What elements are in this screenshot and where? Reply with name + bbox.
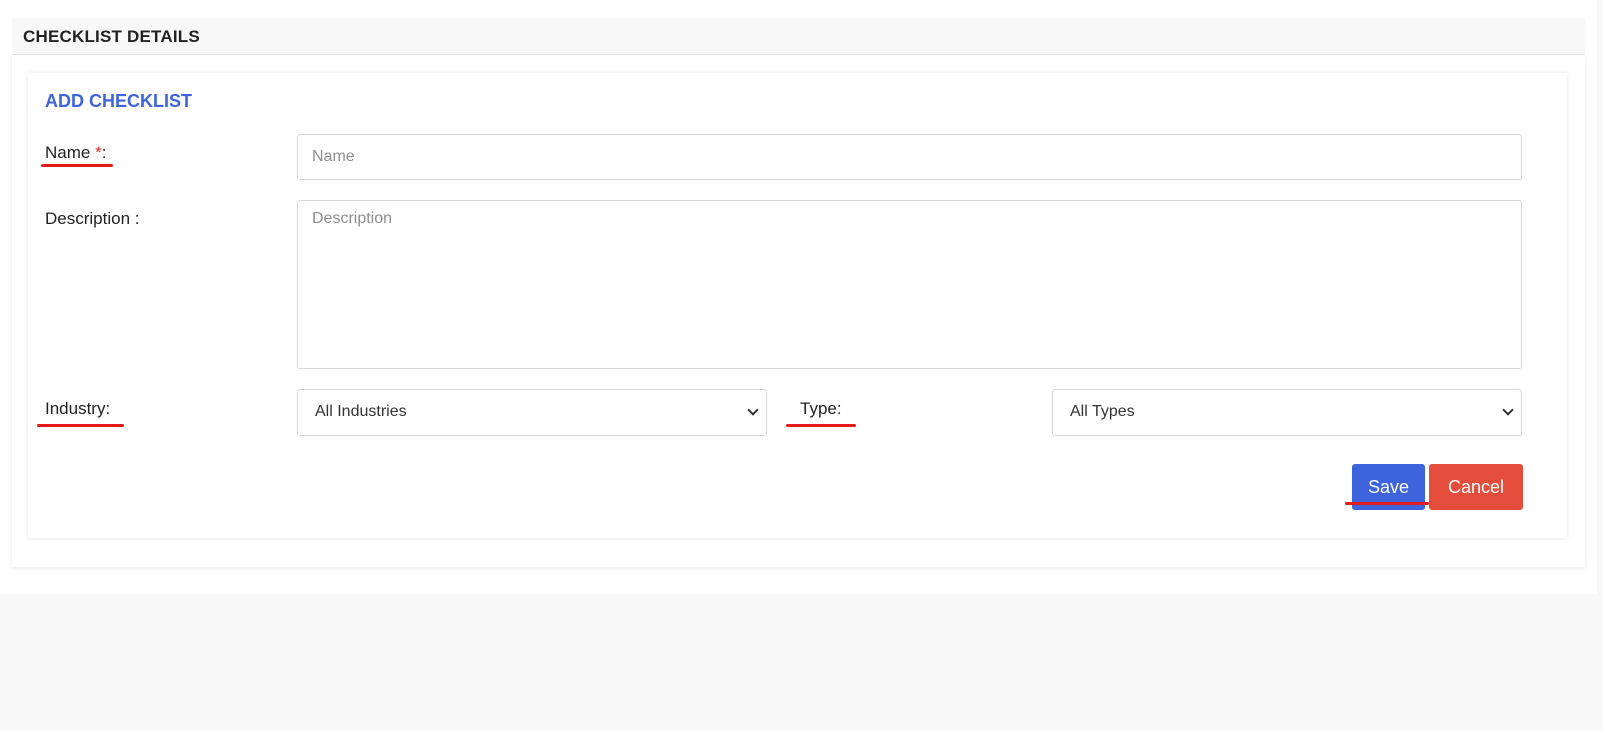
- name-input[interactable]: [297, 134, 1522, 180]
- section-header: CHECKLIST DETAILS: [12, 18, 1585, 55]
- industry-select[interactable]: All Industries: [297, 389, 767, 436]
- chevron-down-icon: [747, 404, 759, 416]
- chevron-down-icon: [1502, 404, 1514, 416]
- name-label: Name *:: [45, 143, 106, 163]
- type-select[interactable]: All Types: [1052, 389, 1522, 436]
- type-label: Type:: [800, 399, 842, 418]
- name-label-colon: :: [101, 143, 107, 162]
- section-title: CHECKLIST DETAILS: [23, 27, 200, 46]
- description-label: Description :: [45, 209, 140, 228]
- page-scroll-gutter: [1597, 0, 1603, 594]
- page-background-bottom: [0, 594, 1603, 731]
- name-annotation-underline: [41, 164, 113, 167]
- form-title: ADD CHECKLIST: [45, 91, 192, 111]
- cancel-button[interactable]: Cancel: [1429, 464, 1523, 510]
- save-annotation-underline: [1345, 502, 1429, 505]
- industry-annotation-underline: [37, 424, 124, 427]
- required-marker: *: [95, 143, 102, 162]
- industry-label: Industry:: [45, 399, 111, 418]
- industry-selected-value: All Industries: [315, 403, 407, 420]
- name-label-text: Name: [45, 143, 96, 162]
- type-selected-value: All Types: [1070, 403, 1135, 420]
- description-textarea[interactable]: [297, 200, 1522, 369]
- type-annotation-underline: [786, 424, 856, 427]
